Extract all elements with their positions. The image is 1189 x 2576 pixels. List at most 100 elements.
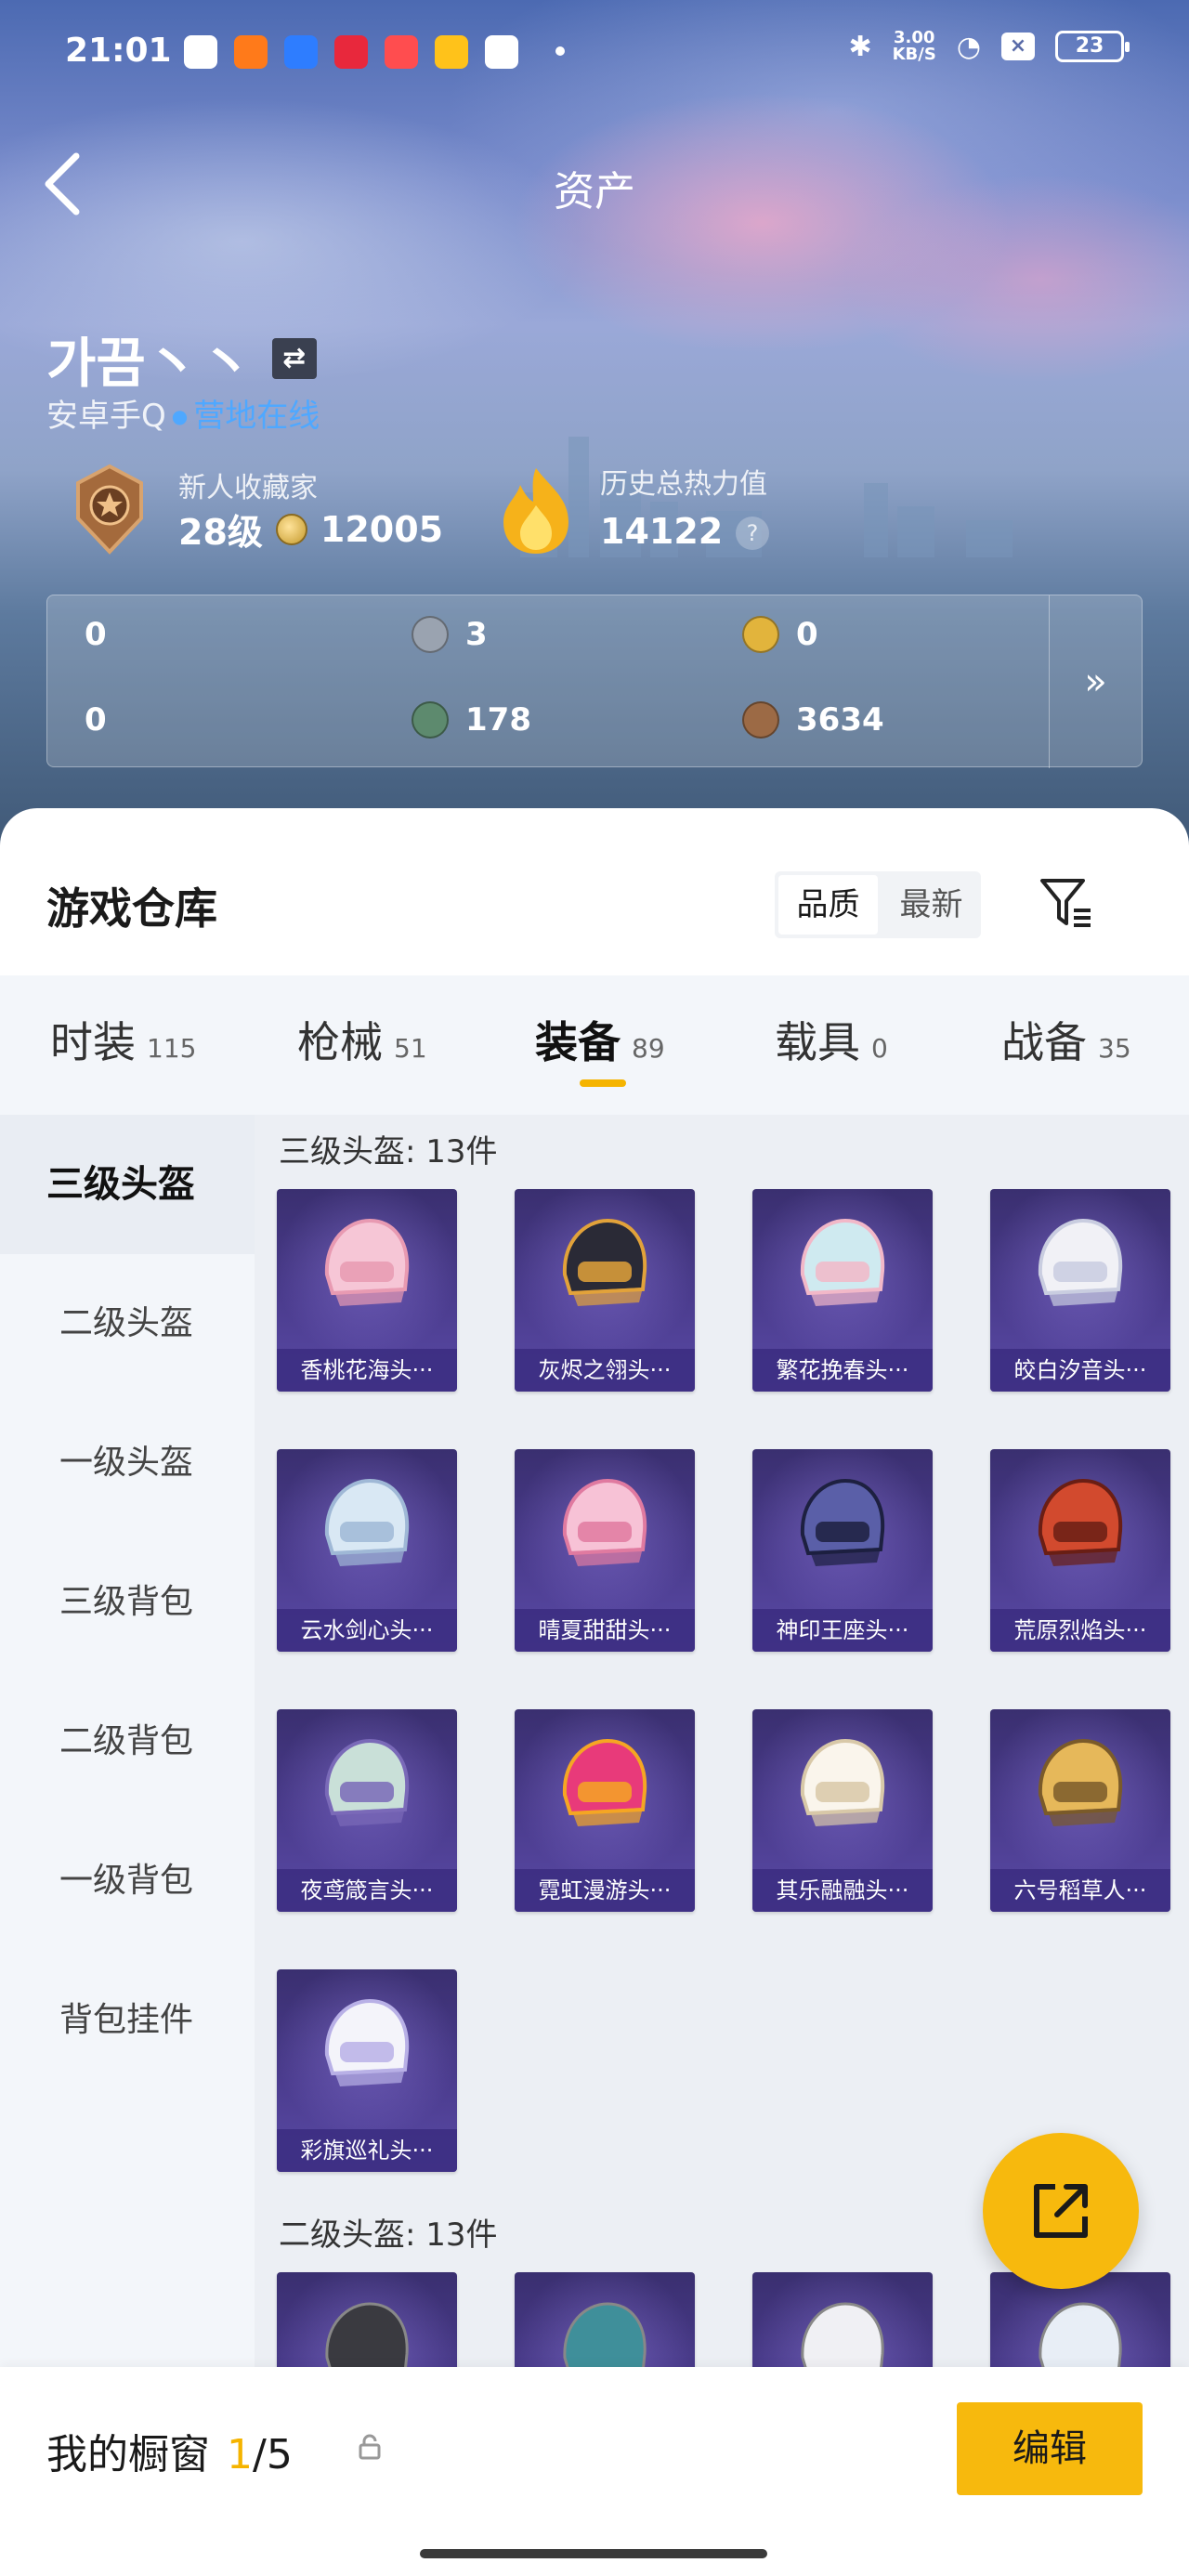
page-title: 资产 xyxy=(554,168,635,216)
showcase-label: 我的橱窗 xyxy=(46,2431,210,2478)
battery-icon: 23 xyxy=(1055,31,1130,62)
item-name: 香桃花海头··· xyxy=(277,1349,457,1392)
warehouse-title: 游戏仓库 xyxy=(46,883,217,934)
sidebar-item-backpack-charm[interactable]: 背包挂件 xyxy=(0,1951,255,2090)
heat-title: 历史总热力值 xyxy=(600,468,767,501)
item-grid: 三级头盔: 13件 二级头盔: 13件 香桃花海头··· 灰烬之翎头··· 繁花挽春… xyxy=(255,1115,1189,2576)
system-icons: ✱ 3.00 KB/S ◔ × 23 xyxy=(848,28,1130,64)
helmet-icon xyxy=(800,1478,885,1566)
collector-coin-icon xyxy=(275,513,307,545)
active-tab-indicator xyxy=(580,1079,626,1087)
item-card[interactable]: 夜鸢箴言头··· xyxy=(277,1709,457,1912)
flame-icon xyxy=(503,468,568,554)
gold-coin-icon xyxy=(742,616,779,653)
home-indicator xyxy=(420,2549,767,2558)
bag-app-icon xyxy=(284,35,318,69)
tab-vehicles[interactable]: 载具 0 xyxy=(775,1009,888,1070)
item-name: 夜鸢箴言头··· xyxy=(277,1869,457,1912)
item-card[interactable]: 晴夏甜甜头··· xyxy=(515,1449,695,1652)
warehouse-card: 游戏仓库 品质 最新 时装 115 枪械 51 装备 89 载具 0 战备 35 xyxy=(0,808,1189,2576)
sort-option-newest[interactable]: 最新 xyxy=(882,871,981,938)
category-tabs: 时装 115 枪械 51 装备 89 载具 0 战备 35 xyxy=(0,975,1189,1115)
profile-name-row: 가끔丶丶 ⇄ xyxy=(46,320,317,398)
currency-more-button[interactable]: » xyxy=(1049,595,1142,768)
green-coin-icon xyxy=(412,701,449,739)
helmet-icon xyxy=(324,1218,410,1306)
collector-level: 28级 xyxy=(178,512,263,553)
item-name: 彩旗巡礼头··· xyxy=(277,2129,457,2172)
item-name: 其乐融融头··· xyxy=(752,1869,933,1912)
currency-item: 0 xyxy=(85,701,107,739)
item-card[interactable]: 繁花挽春头··· xyxy=(752,1189,933,1392)
notification-icons xyxy=(184,35,518,69)
sidebar: 三级头盔 二级头盔 一级头盔 三级背包 二级背包 一级背包 背包挂件 xyxy=(0,1115,255,2576)
helmet-icon xyxy=(562,1738,647,1826)
item-name: 晴夏甜甜头··· xyxy=(515,1609,695,1652)
helmet-icon xyxy=(324,1998,410,2086)
currency-item: 3 xyxy=(412,616,488,653)
currency-item: 3634 xyxy=(742,701,884,739)
network-speed: 3.00 KB/S xyxy=(892,28,936,64)
helmet-icon xyxy=(324,1738,410,1826)
sort-option-quality[interactable]: 品质 xyxy=(778,875,878,935)
video-app-icon xyxy=(385,35,418,69)
sidebar-item-level2-backpack[interactable]: 二级背包 xyxy=(0,1672,255,1811)
wifi-icon: ◔ xyxy=(956,30,981,63)
helmet-icon xyxy=(800,1738,885,1826)
item-card[interactable]: 云水剑心头··· xyxy=(277,1449,457,1652)
status-bar: 21:01 ✱ 3.00 KB/S ◔ × 23 xyxy=(0,0,1189,104)
helmet-icon xyxy=(1038,1478,1123,1566)
item-card[interactable]: 其乐融融头··· xyxy=(752,1709,933,1912)
item-name: 繁花挽春头··· xyxy=(752,1349,933,1392)
online-status: 营地在线 xyxy=(166,398,320,435)
sort-toggle: 品质 最新 xyxy=(775,871,981,938)
currency-item: 0 xyxy=(85,616,107,653)
item-card[interactable]: 香桃花海头··· xyxy=(277,1189,457,1392)
taobao-app-icon xyxy=(234,35,268,69)
sidebar-item-level2-helmet[interactable]: 二级头盔 xyxy=(0,1254,255,1393)
item-card[interactable]: 六号稻草人··· xyxy=(990,1709,1170,1912)
more-notifications-dot xyxy=(555,46,565,56)
section-title: 三级头盔: 13件 xyxy=(279,1133,498,1170)
filter-icon[interactable] xyxy=(1037,873,1096,933)
sidebar-item-level1-backpack[interactable]: 一级背包 xyxy=(0,1811,255,1951)
sidebar-item-level3-helmet[interactable]: 三级头盔 xyxy=(0,1115,255,1254)
collector-title: 新人收藏家 xyxy=(178,472,318,504)
tab-guns[interactable]: 枪械 51 xyxy=(297,1009,427,1070)
hero-banner: 21:01 ✱ 3.00 KB/S ◔ × 23 资产 가끔丶丶 ⇄ 安卓手Q●… xyxy=(0,0,1189,855)
helmet-icon xyxy=(562,1478,647,1566)
currency-item: 178 xyxy=(412,701,531,739)
switch-account-icon[interactable]: ⇄ xyxy=(271,338,317,379)
help-icon[interactable]: ? xyxy=(736,517,769,550)
collector-badge-icon xyxy=(76,464,143,555)
sim-disabled-icon: × xyxy=(1001,33,1035,60)
profile-name: 가끔丶丶 xyxy=(46,332,254,395)
share-fab[interactable] xyxy=(983,2133,1139,2289)
showcase-count: 1/5 xyxy=(227,2431,293,2478)
tab-battle-prep[interactable]: 战备 35 xyxy=(1001,1009,1131,1070)
platform-label: 安卓手Q xyxy=(46,398,166,435)
item-card[interactable]: 霓虹漫游头··· xyxy=(515,1709,695,1912)
profile-subtitle: 安卓手Q营地在线 xyxy=(46,390,320,436)
showcase-bar: 我的橱窗 1/5 编辑 xyxy=(0,2367,1189,2576)
showcase-label-row: 我的橱窗 1/5 xyxy=(46,2421,293,2480)
double-chevron-right-icon: » xyxy=(1084,660,1107,703)
item-name: 灰烬之翎头··· xyxy=(515,1349,695,1392)
section-title: 二级头盔: 13件 xyxy=(279,2216,498,2254)
item-card[interactable]: 荒原烈焰头··· xyxy=(990,1449,1170,1652)
lock-icon xyxy=(359,2434,381,2460)
sidebar-item-level1-helmet[interactable]: 一级头盔 xyxy=(0,1393,255,1533)
tab-outfits[interactable]: 时装 115 xyxy=(50,1009,196,1070)
item-name: 六号稻草人··· xyxy=(990,1869,1170,1912)
tab-equipment[interactable]: 装备 89 xyxy=(535,1009,665,1070)
item-card[interactable]: 彩旗巡礼头··· xyxy=(277,1969,457,2172)
sidebar-item-level3-backpack[interactable]: 三级背包 xyxy=(0,1533,255,1672)
photos-app-icon xyxy=(485,35,518,69)
item-name: 神印王座头··· xyxy=(752,1609,933,1652)
helmet-icon xyxy=(324,1478,410,1566)
item-card[interactable]: 神印王座头··· xyxy=(752,1449,933,1652)
book-app-icon xyxy=(435,35,468,69)
item-card[interactable]: 灰烬之翎头··· xyxy=(515,1189,695,1392)
edit-button[interactable]: 编辑 xyxy=(957,2402,1143,2495)
item-card[interactable]: 皎白汐音头··· xyxy=(990,1189,1170,1392)
